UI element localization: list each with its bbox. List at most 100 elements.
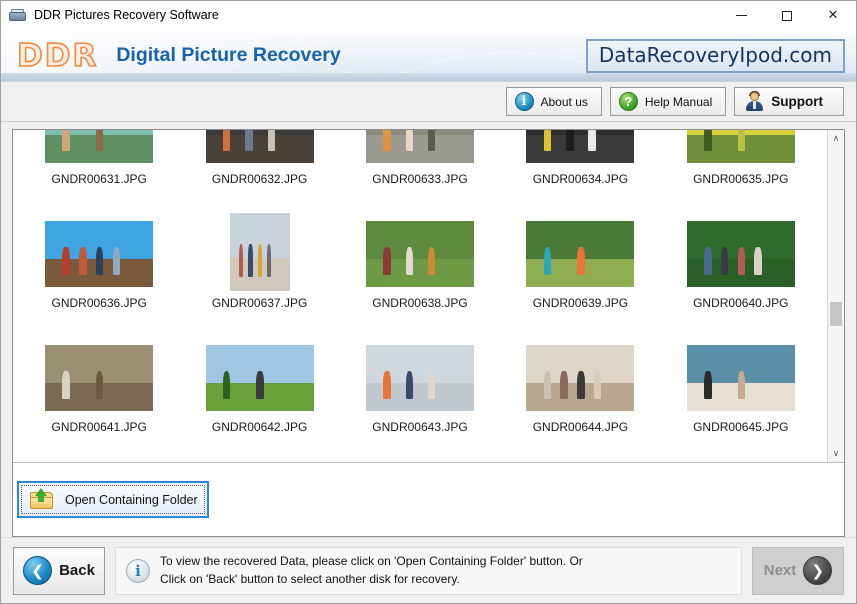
thumbnail-subject [222,130,231,152]
thumbnail-grid: GNDR00631.JPG GNDR00632.JPG GNDR00633.JPG G… [13,130,827,440]
thumbnail-cell[interactable]: GNDR00634.JPG [500,130,660,192]
thumbnail-image[interactable] [686,130,795,163]
thumbnail-image[interactable] [365,130,474,163]
thumbnail-filename: GNDR00631.JPG [51,172,147,186]
thumbnail-image[interactable] [45,345,154,411]
scroll-down-button[interactable]: ∨ [828,445,844,462]
thumbnail-subject [383,247,391,276]
maximize-button[interactable] [764,1,810,30]
scroll-up-button[interactable]: ∧ [828,130,844,147]
open-containing-folder-button[interactable]: Open Containing Folder [17,481,209,518]
thumbnail-cell[interactable]: GNDR00638.JPG [340,192,500,316]
thumbnail-cell[interactable]: GNDR00637.JPG [179,192,339,316]
thumbnail-subject [95,371,104,400]
thumbnail-subject [704,247,712,276]
thumbnail-image[interactable] [686,221,795,287]
thumbnail-filename: GNDR00632.JPG [211,172,308,186]
thumbnail-foreground [526,135,635,163]
thumbnail-filename: GNDR00638.JPG [372,296,468,310]
status-info-line-1: To view the recovered Data, please click… [160,554,583,569]
open-containing-folder-label: Open Containing Folder [65,492,198,507]
thumbnail-image[interactable] [45,130,154,163]
thumbnail-subject [754,247,762,276]
thumbnail-foreground [365,135,474,163]
next-button[interactable]: Next ❯ [752,546,844,595]
next-label: Next [763,562,797,579]
thumbnail-subject [543,247,552,276]
product-title: Digital Picture Recovery [116,44,341,66]
thumbnail-cell[interactable]: GNDR00636.JPG [19,192,179,316]
thumbnail-subject [112,247,121,276]
thumbnail-subject [62,247,70,276]
minimize-button[interactable] [718,1,764,30]
thumbnail-image[interactable] [526,345,635,411]
thumbnail-scroll-pane[interactable]: GNDR00631.JPG GNDR00632.JPG GNDR00633.JPG G… [13,130,827,462]
thumbnail-cell[interactable]: GNDR00640.JPG [661,192,821,316]
support-label: Support [771,94,823,109]
thumbnail-image[interactable] [205,345,314,411]
about-us-label: About us [540,94,588,109]
thumbnail-filename: GNDR00636.JPG [51,296,147,310]
website-url-badge: DataRecoveryIpod.com [585,39,845,73]
application-window: DDR Pictures Recovery Software ✕ DDR Dig… [0,0,857,604]
scrollbar-thumb[interactable] [830,301,842,326]
thumbnail-image[interactable] [526,221,635,287]
help-manual-button[interactable]: ? Help Manual [609,87,727,116]
thumbnail-subject [248,244,253,277]
thumbnail-subject [577,247,585,276]
thumbnail-subject [543,371,552,400]
thumbnail-subject [383,371,391,400]
thumbnail-subject [405,371,414,400]
thumbnail-subject [239,244,244,277]
thumbnail-subject [95,247,104,276]
thumbnail-image[interactable] [205,130,314,163]
thumbnail-cell[interactable]: GNDR00643.JPG [340,316,500,440]
thumbnail-filename: GNDR00640.JPG [693,296,789,310]
thumbnail-foreground [365,383,474,411]
thumbnail-cell[interactable]: GNDR00644.JPG [500,316,660,440]
thumbnail-filename: GNDR00635.JPG [693,172,789,186]
thumbnail-subject [95,130,104,152]
thumbnail-subject [560,371,568,400]
thumbnail-cell[interactable]: GNDR00632.JPG [179,130,339,192]
thumbnail-cell[interactable]: GNDR00642.JPG [179,316,339,440]
thumbnail-image[interactable] [686,345,795,411]
thumbnail-subject [720,247,729,276]
thumbnail-subject [737,371,746,400]
about-us-button[interactable]: i About us [505,87,602,116]
thumbnail-cell[interactable]: GNDR00631.JPG [19,130,179,192]
thumbnail-filename: GNDR00634.JPG [532,172,629,186]
thumbnail-filename: GNDR00642.JPG [211,420,308,434]
thumbnail-foreground [365,259,474,287]
thumbnail-filename: GNDR00644.JPG [532,420,629,434]
thumbnail-subject [704,130,712,152]
thumbnail-image[interactable] [365,221,474,287]
thumbnail-image[interactable] [45,221,154,287]
thumbnail-subject [383,130,391,152]
question-mark-icon: ? [618,92,638,111]
thumbnail-filename: GNDR00645.JPG [693,420,789,434]
support-button[interactable]: Support [734,87,844,116]
thumbnail-cell[interactable]: GNDR00645.JPG [661,316,821,440]
thumbnail-subject [267,244,272,277]
thumbnail-image[interactable] [526,130,635,163]
thumbnail-subject [222,371,231,400]
thumbnail-subject [79,247,87,276]
thumbnail-subject [737,247,746,276]
thumbnail-cell[interactable]: GNDR00635.JPG [661,130,821,192]
back-button[interactable]: ❮ Back [13,546,105,595]
thumbnail-image[interactable] [229,213,290,291]
thumbnail-image[interactable] [365,345,474,411]
thumbnail-subject [704,371,712,400]
thumbnail-cell[interactable]: GNDR00639.JPG [500,192,660,316]
thumbnail-cell[interactable]: GNDR00641.JPG [19,316,179,440]
thumbnail-subject [427,130,436,152]
info-icon: i [514,92,534,111]
vertical-scrollbar[interactable]: ∧ ∨ [827,130,844,462]
thumbnail-cell[interactable]: GNDR00633.JPG [340,130,500,192]
scrollbar-track[interactable] [828,147,844,445]
toolbar: i About us ? Help Manual Support [1,82,856,122]
thumbnail-subject [62,130,70,152]
brand-header: DDR Digital Picture Recovery DataRecover… [1,30,856,82]
close-button[interactable]: ✕ [810,1,856,30]
